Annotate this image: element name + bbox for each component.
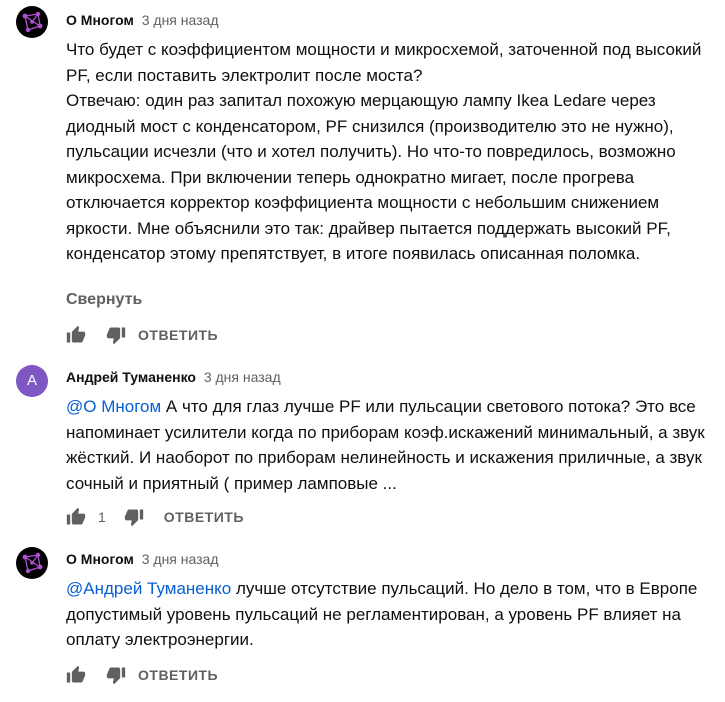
reply-button[interactable]: ОТВЕТИТЬ <box>138 327 218 343</box>
timestamp[interactable]: 3 дня назад <box>142 12 219 28</box>
avatar[interactable] <box>16 6 48 38</box>
author-name[interactable]: О Многом <box>66 12 134 28</box>
avatar[interactable] <box>16 547 48 579</box>
like-count: 1 <box>98 509 106 525</box>
avatar[interactable]: A <box>16 365 48 397</box>
comment-actions: ОТВЕТИТЬ <box>66 325 218 345</box>
comment-paragraph: Отвечаю: один раз запитал похожую мерцаю… <box>66 91 676 263</box>
comment-header: Андрей Туманенко 3 дня назад <box>66 368 281 386</box>
mention-link[interactable]: @О Многом <box>66 397 161 416</box>
thumb-up-icon[interactable] <box>66 325 86 345</box>
comment-header: О Многом 3 дня назад <box>66 550 219 568</box>
comment-text: @Андрей Туманенко лучше отсутствие пульс… <box>66 576 721 653</box>
author-name[interactable]: Андрей Туманенко <box>66 369 196 385</box>
reply-button[interactable]: ОТВЕТИТЬ <box>164 509 244 525</box>
network-logo-icon <box>22 11 43 33</box>
comment-actions: ОТВЕТИТЬ <box>66 665 218 685</box>
thumb-down-icon[interactable] <box>106 665 126 685</box>
timestamp[interactable]: 3 дня назад <box>204 369 281 385</box>
thumb-up-icon[interactable] <box>66 665 86 685</box>
network-logo-icon <box>22 552 43 574</box>
mention-link[interactable]: @Андрей Туманенко <box>66 579 231 598</box>
thumb-up-icon[interactable] <box>66 507 86 527</box>
timestamp[interactable]: 3 дня назад <box>142 551 219 567</box>
comment-text: Что будет с коэффициентом мощности и мик… <box>66 37 721 267</box>
comment-header: О Многом 3 дня назад <box>66 11 219 29</box>
comment-text: @О Многом А что для глаз лучше PF или пу… <box>66 394 721 496</box>
thumb-down-icon[interactable] <box>124 507 144 527</box>
reply-button[interactable]: ОТВЕТИТЬ <box>138 667 218 683</box>
comment-actions: 1 ОТВЕТИТЬ <box>66 507 244 527</box>
author-name[interactable]: О Многом <box>66 551 134 567</box>
collapse-button[interactable]: Свернуть <box>66 291 142 309</box>
comment-paragraph: Что будет с коэффициентом мощности и мик… <box>66 40 702 85</box>
thumb-down-icon[interactable] <box>106 325 126 345</box>
comment-paragraph: А что для глаз лучше PF или пульсации св… <box>66 397 705 493</box>
